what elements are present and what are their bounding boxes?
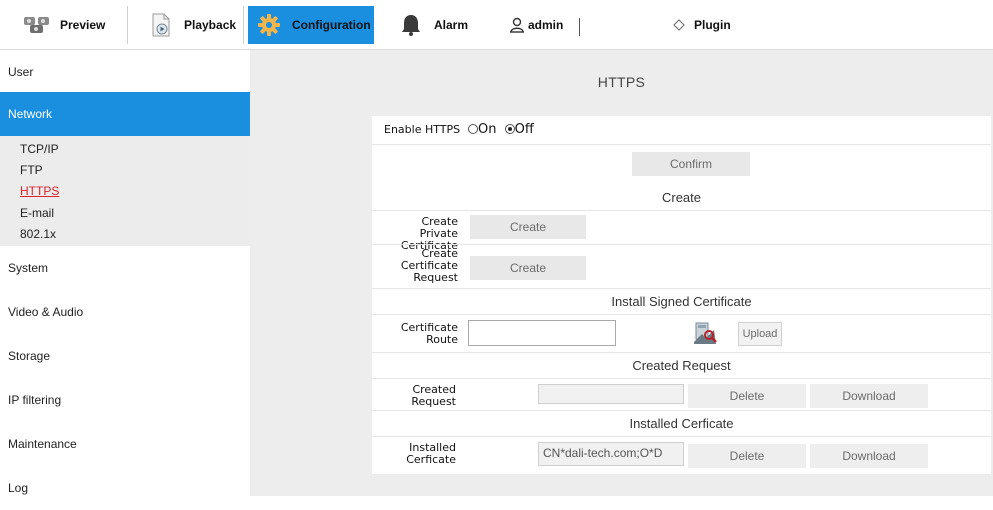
section-created-request: Created Request [632, 358, 731, 373]
submenu-item-8021x[interactable]: 802.1x [20, 227, 56, 241]
plugin-label: Plugin [694, 18, 731, 32]
browse-file-icon[interactable] [692, 320, 718, 346]
installed-certificate-label: Installed Cerficate [380, 442, 456, 466]
bell-icon [396, 13, 426, 37]
camera-group-icon [22, 13, 52, 37]
row-divider [372, 288, 991, 289]
created-request-field [538, 384, 684, 404]
row-divider [372, 352, 991, 353]
sidebar-item-label: IP filtering [8, 393, 62, 407]
sidebar-item-label: Network [8, 107, 53, 121]
label-line: Cerficate [406, 453, 456, 466]
radio-off[interactable] [504, 124, 515, 134]
sidebar-item-log[interactable]: Log [0, 466, 250, 510]
top-navigation-bar: Preview Playback Configuration Alarm adm… [0, 0, 993, 50]
tab-alarm-label: Alarm [434, 18, 469, 32]
label-line: Request [413, 271, 458, 284]
page-title: HTTPS [597, 74, 646, 90]
sidebar-item-label: Log [8, 481, 29, 495]
sidebar-item-label: Storage [8, 349, 51, 363]
plugin-link[interactable]: Plugin [672, 6, 762, 44]
tab-playback[interactable]: Playback [132, 6, 244, 44]
user-name: admin [528, 18, 564, 32]
row-divider [372, 314, 991, 315]
row-divider [372, 436, 991, 437]
download-request-button[interactable]: Download [810, 384, 928, 408]
section-installed-certificate: Installed Cerficate [629, 416, 734, 431]
playback-file-icon [146, 13, 176, 37]
sidebar-item-label: Video & Audio [8, 305, 84, 319]
submenu-item-https[interactable]: HTTPS [20, 184, 59, 198]
create-certificate-request-label: Create Certificate Request [380, 248, 458, 284]
row-divider [372, 378, 991, 379]
tab-playback-label: Playback [184, 18, 237, 32]
tab-alarm[interactable]: Alarm [378, 6, 486, 44]
create-certificate-request-button[interactable]: Create [470, 256, 586, 280]
enable-https-radio-group: On Off [468, 122, 534, 137]
tab-preview[interactable]: Preview [6, 6, 128, 44]
certificate-route-label: Certificate Route [380, 322, 458, 346]
network-submenu: TCP/IP FTP HTTPS E-mail 802.1x [0, 136, 250, 246]
user-icon [508, 13, 526, 37]
sidebar-item-system[interactable]: System [0, 246, 250, 290]
tab-configuration-label: Configuration [292, 18, 371, 32]
upload-button[interactable]: Upload [738, 322, 782, 346]
plugin-diamond-icon [672, 13, 686, 37]
label-line: Create Private [419, 215, 458, 240]
delete-installed-button[interactable]: Delete [688, 444, 806, 468]
label-line: Route [426, 333, 458, 346]
installed-certificate-field: CN*dali-tech.com;O*D [538, 442, 684, 466]
https-settings-panel: Enable HTTPS On Off Confirm Create Creat… [372, 116, 991, 474]
sidebar-item-label: User [8, 65, 34, 79]
row-divider [372, 210, 991, 211]
radio-on-label: On [478, 122, 497, 137]
sidebar: User Network TCP/IP FTP HTTPS E-mail 802… [0, 50, 250, 496]
download-installed-button[interactable]: Download [810, 444, 928, 468]
submenu-item-email[interactable]: E-mail [20, 206, 54, 220]
certificate-route-input[interactable] [468, 320, 616, 346]
sidebar-item-video-audio[interactable]: Video & Audio [0, 290, 250, 334]
sidebar-item-ip-filtering[interactable]: IP filtering [0, 378, 250, 422]
confirm-button[interactable]: Confirm [632, 152, 750, 176]
sidebar-item-label: System [8, 261, 49, 275]
gear-icon [254, 13, 284, 37]
created-request-label: Created Request [380, 384, 456, 408]
sidebar-item-label: Maintenance [8, 437, 77, 451]
sidebar-item-storage[interactable]: Storage [0, 334, 250, 378]
sidebar-item-user[interactable]: User [0, 50, 250, 94]
radio-on[interactable] [468, 124, 478, 134]
delete-request-button[interactable]: Delete [688, 384, 806, 408]
sidebar-item-maintenance[interactable]: Maintenance [0, 422, 250, 466]
sidebar-item-network[interactable]: Network [0, 92, 250, 136]
row-divider [372, 410, 991, 411]
row-divider [372, 244, 991, 245]
radio-off-label: Off [514, 122, 534, 137]
enable-https-label: Enable HTTPS [384, 123, 461, 136]
label-line: Request [411, 395, 456, 408]
submenu-item-ftp[interactable]: FTP [20, 163, 43, 177]
submenu-item-tcpip[interactable]: TCP/IP [20, 142, 59, 156]
create-private-certificate-button[interactable]: Create [470, 215, 586, 239]
divider [579, 18, 580, 36]
tab-configuration[interactable]: Configuration [248, 6, 374, 44]
row-divider [372, 144, 991, 145]
user-account[interactable]: admin [504, 6, 584, 44]
section-install-signed-certificate: Install Signed Certificate [611, 294, 752, 309]
main-content: HTTPS Enable HTTPS On Off Confirm Create… [250, 50, 993, 496]
tab-preview-label: Preview [60, 18, 106, 32]
section-create: Create [661, 190, 702, 205]
